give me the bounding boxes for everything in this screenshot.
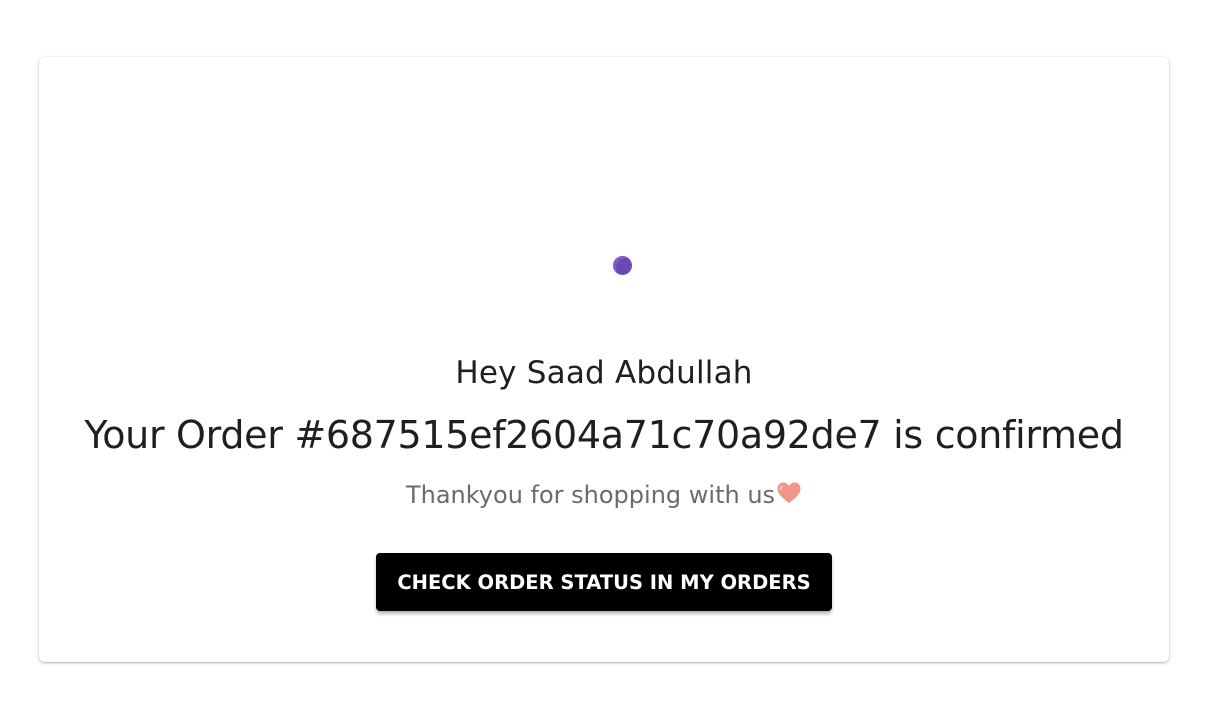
heart-icon	[776, 481, 802, 511]
thanks-message: Thankyou for shopping with us	[39, 481, 1169, 511]
check-order-status-button[interactable]: CHECK ORDER STATUS IN MY ORDERS	[376, 553, 832, 611]
greeting-text: Hey Saad Abdullah	[455, 355, 753, 391]
page: Hey Saad Abdullah Your Order #687515ef26…	[0, 0, 1208, 704]
order-confirmed-heading: Your Order #687515ef2604a71c70a92de7 is …	[84, 413, 1124, 457]
order-confirmation-card: Hey Saad Abdullah Your Order #687515ef26…	[39, 57, 1169, 662]
animation-dot-icon	[613, 256, 632, 275]
confirmation-animation	[39, 57, 1169, 357]
thanks-text: Thankyou for shopping with us	[405, 481, 776, 509]
